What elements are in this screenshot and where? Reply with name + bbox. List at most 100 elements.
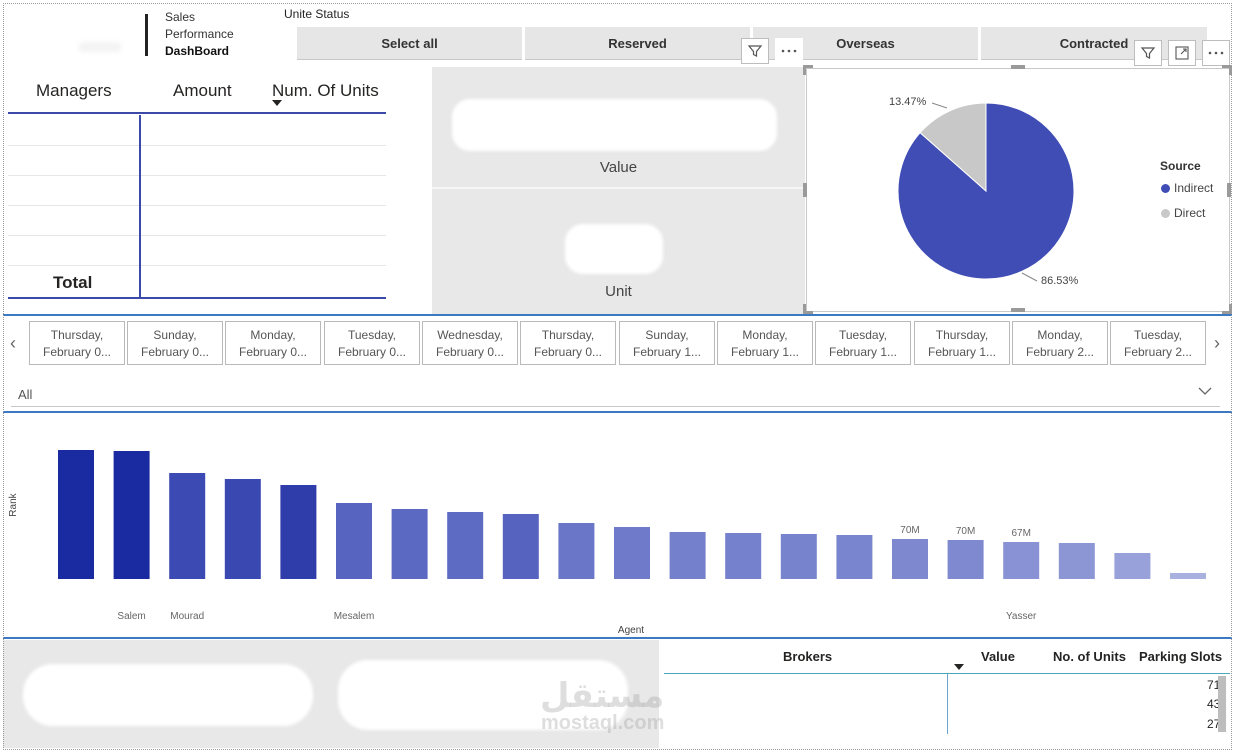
resize-handle[interactable]	[1222, 304, 1232, 314]
bar-data-label: 67M	[1011, 528, 1030, 539]
bar-agent-17[interactable]	[1003, 542, 1040, 579]
chevron-left-icon[interactable]: ‹	[10, 333, 16, 354]
bar-agent-18[interactable]	[1058, 543, 1095, 579]
source-pie-visual[interactable]: 13.47% 86.53% Source Indirect Direct	[806, 68, 1230, 312]
brokers-divider	[947, 674, 948, 734]
date-tile-day: Monday,	[1037, 328, 1083, 342]
resize-handle[interactable]	[803, 183, 807, 197]
resize-handle[interactable]	[803, 65, 813, 75]
date-tile-day: Tuesday,	[838, 328, 888, 342]
col-no-units[interactable]: No. of Units	[1053, 649, 1126, 664]
legend-label-direct: Direct	[1174, 206, 1206, 220]
date-tile-date: February 1...	[730, 345, 800, 359]
title-line-3: DashBoard	[165, 44, 230, 58]
date-tile-day: Sunday,	[153, 328, 197, 342]
date-tile[interactable]: Thursday, February 0...	[520, 321, 616, 365]
resize-handle[interactable]	[1011, 65, 1025, 69]
bar-agent-13[interactable]	[780, 534, 817, 579]
x-tick-label: Salem	[117, 611, 145, 622]
sort-desc-icon[interactable]	[272, 100, 282, 106]
date-tile[interactable]: Tuesday, February 0...	[324, 321, 420, 365]
bar-agent-3[interactable]	[224, 479, 261, 579]
bar-agent-8[interactable]	[502, 514, 539, 579]
bar-agent-19[interactable]	[1114, 553, 1151, 579]
legend-title: Source	[1160, 159, 1201, 173]
date-tile[interactable]: Sunday, February 1...	[619, 321, 715, 365]
brokers-scrollbar[interactable]	[1218, 676, 1226, 732]
bar-agent-7[interactable]	[447, 512, 484, 579]
status-reserved-button[interactable]: Reserved	[525, 27, 750, 60]
status-select-all-button[interactable]: Select all	[297, 27, 522, 60]
bar-agent-16[interactable]	[947, 540, 984, 579]
resize-handle[interactable]	[803, 304, 813, 314]
date-tile-day: Thursday,	[50, 328, 104, 342]
col-parking-slots[interactable]: Parking Slots	[1139, 649, 1222, 664]
bar-agent-6[interactable]	[391, 509, 428, 579]
date-tile[interactable]: Thursday, February 1...	[914, 321, 1010, 365]
col-managers[interactable]: Managers	[36, 81, 112, 101]
date-tile-day: Tuesday,	[347, 328, 397, 342]
bar-agent-10[interactable]	[614, 527, 650, 579]
sort-desc-icon[interactable]	[954, 664, 964, 670]
logo-redaction	[78, 42, 122, 52]
matrix-total-row: Total	[8, 267, 386, 299]
pie-filter-icon[interactable]	[1134, 40, 1162, 66]
bar-agent-2[interactable]	[169, 473, 206, 579]
resize-handle[interactable]	[1222, 65, 1232, 75]
bar-agent-15[interactable]	[892, 539, 928, 579]
filter-icon[interactable]	[741, 38, 769, 64]
col-num-units[interactable]: Num. Of Units	[272, 81, 379, 101]
legend-item-direct[interactable]: Direct	[1161, 206, 1205, 220]
date-tile[interactable]: Monday, February 2...	[1012, 321, 1108, 365]
title-line-2: Performance	[165, 27, 234, 41]
date-tile[interactable]: Sunday, February 0...	[127, 321, 223, 365]
date-tile[interactable]: Tuesday, February 2...	[1110, 321, 1206, 365]
bar-agent-20[interactable]	[1170, 573, 1206, 579]
date-tile[interactable]: Wednesday, February 0...	[422, 321, 518, 365]
pie-more-options-icon[interactable]	[1202, 40, 1230, 66]
logo-box: Sales Performance DashBoard	[8, 4, 268, 66]
bar-agent-9[interactable]	[558, 523, 595, 579]
date-tile[interactable]: Monday, February 0...	[225, 321, 321, 365]
bar-agent-1[interactable]	[113, 451, 150, 579]
chevron-right-icon[interactable]: ›	[1214, 333, 1220, 354]
focus-mode-icon[interactable]	[1168, 40, 1196, 66]
date-tile[interactable]: Tuesday, February 1...	[815, 321, 911, 365]
bar-agent-12[interactable]	[725, 533, 762, 579]
legend-item-indirect[interactable]: Indirect	[1161, 181, 1213, 195]
bar-agent-4[interactable]	[280, 485, 317, 579]
pie-label-indirect: 86.53%	[1041, 275, 1079, 287]
bar-agent-0[interactable]	[58, 450, 94, 579]
pie-leader-line	[1021, 272, 1038, 282]
section-divider	[3, 411, 1232, 413]
dropdown-value: All	[18, 387, 33, 402]
resize-handle[interactable]	[1227, 183, 1231, 197]
col-value[interactable]: Value	[981, 649, 1015, 664]
bar-data-label: 70M	[956, 526, 975, 537]
col-amount[interactable]: Amount	[173, 81, 232, 101]
date-tile-day: Monday,	[250, 328, 296, 342]
dashboard-title: Sales Performance DashBoard	[165, 9, 234, 60]
matrix-row	[8, 116, 386, 146]
bar-agent-11[interactable]	[669, 532, 706, 579]
chevron-down-icon[interactable]	[1198, 384, 1212, 399]
date-dropdown[interactable]: All	[11, 381, 1220, 407]
legend-dot-direct	[1161, 208, 1170, 218]
col-brokers[interactable]: Brokers	[783, 649, 832, 664]
value-redaction	[452, 99, 777, 151]
date-tile-date: February 0...	[435, 345, 505, 359]
bar-agent-14[interactable]	[836, 535, 873, 579]
agent-rank-bar-chart[interactable]: Salem Mourad Mesalem 70M 70M 67M Yasser Agent Ra…	[0, 415, 1235, 640]
date-tile[interactable]: Monday, February 1...	[717, 321, 813, 365]
date-tile[interactable]: Thursday, February 0...	[29, 321, 125, 365]
legend-label-indirect: Indirect	[1174, 181, 1214, 195]
total-label: Total	[53, 273, 93, 292]
bar-agent-5[interactable]	[336, 503, 372, 579]
pie-leader-line	[931, 102, 948, 109]
more-options-icon[interactable]	[775, 38, 803, 64]
date-tile-date: February 2...	[1123, 345, 1193, 359]
resize-handle[interactable]	[1011, 308, 1025, 312]
bar-data-label: 70M	[900, 525, 919, 536]
section-divider	[3, 637, 1232, 639]
title-line-1: Sales	[165, 10, 196, 24]
